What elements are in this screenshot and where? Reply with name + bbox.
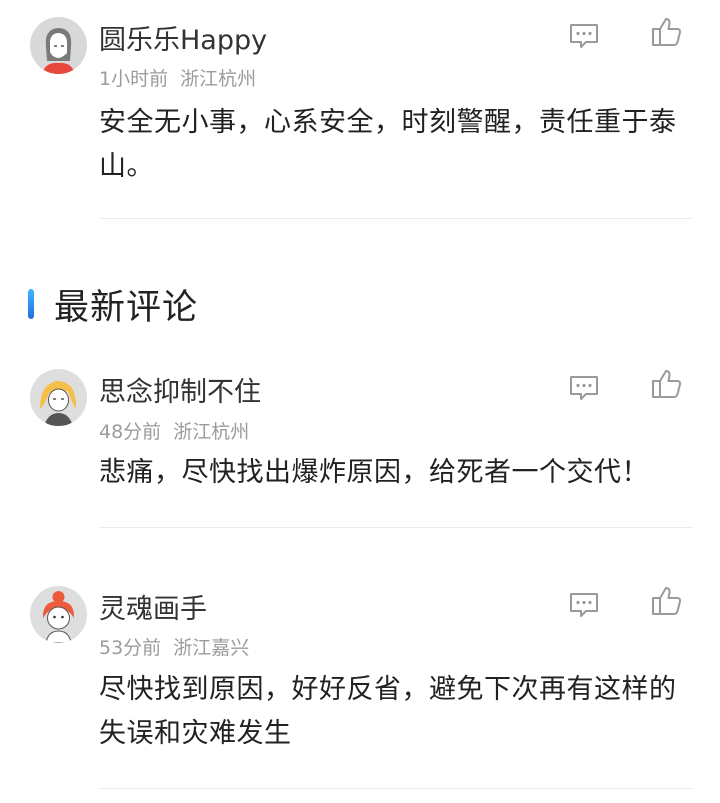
- avatar[interactable]: [30, 17, 87, 74]
- comment-time: 53分前: [99, 637, 162, 659]
- comment-meta: 1小时前 浙江杭州: [99, 64, 256, 91]
- section-accent-bar: [28, 289, 34, 319]
- reply-button[interactable]: [566, 586, 602, 622]
- comment-bubble-icon: [570, 593, 598, 617]
- comment-bubble-icon: [570, 24, 598, 48]
- thumbs-up-icon: [652, 370, 682, 398]
- like-button[interactable]: [649, 366, 685, 402]
- divider: [99, 527, 693, 528]
- comment-bubble-icon: [570, 376, 598, 400]
- section-title: 最新评论: [54, 287, 199, 328]
- comment-location: 浙江杭州: [173, 421, 250, 443]
- like-button[interactable]: [649, 583, 685, 619]
- comment-meta: 48分前 浙江杭州: [99, 417, 249, 444]
- avatar[interactable]: [30, 586, 87, 643]
- reply-button[interactable]: [566, 369, 602, 405]
- thumbs-up-icon: [652, 587, 682, 615]
- reply-button[interactable]: [566, 17, 602, 53]
- comment-text: 悲痛，尽快找出爆炸原因，给死者一个交代！: [99, 457, 649, 488]
- comment-time: 48分前: [99, 421, 162, 443]
- avatar[interactable]: [30, 369, 87, 426]
- section-header: 最新评论: [28, 282, 198, 328]
- comment-time: 1小时前: [99, 68, 169, 90]
- comment-text: 尽快找到原因，好好反省，避免下次再有这样的失误和灾难发生: [99, 674, 677, 749]
- comment-meta: 53分前 浙江嘉兴: [99, 633, 249, 660]
- comment-location: 浙江杭州: [180, 68, 257, 90]
- divider: [99, 788, 693, 789]
- like-button[interactable]: [649, 14, 685, 50]
- divider: [99, 218, 693, 219]
- thumbs-up-icon: [652, 18, 682, 46]
- username[interactable]: 思念抑制不住: [99, 370, 261, 409]
- username[interactable]: 灵魂画手: [99, 587, 207, 626]
- username[interactable]: 圆乐乐Happy: [99, 18, 267, 57]
- comment-text: 安全无小事，心系安全，时刻警醒，责任重于泰山。: [99, 107, 677, 182]
- comment-location: 浙江嘉兴: [173, 637, 250, 659]
